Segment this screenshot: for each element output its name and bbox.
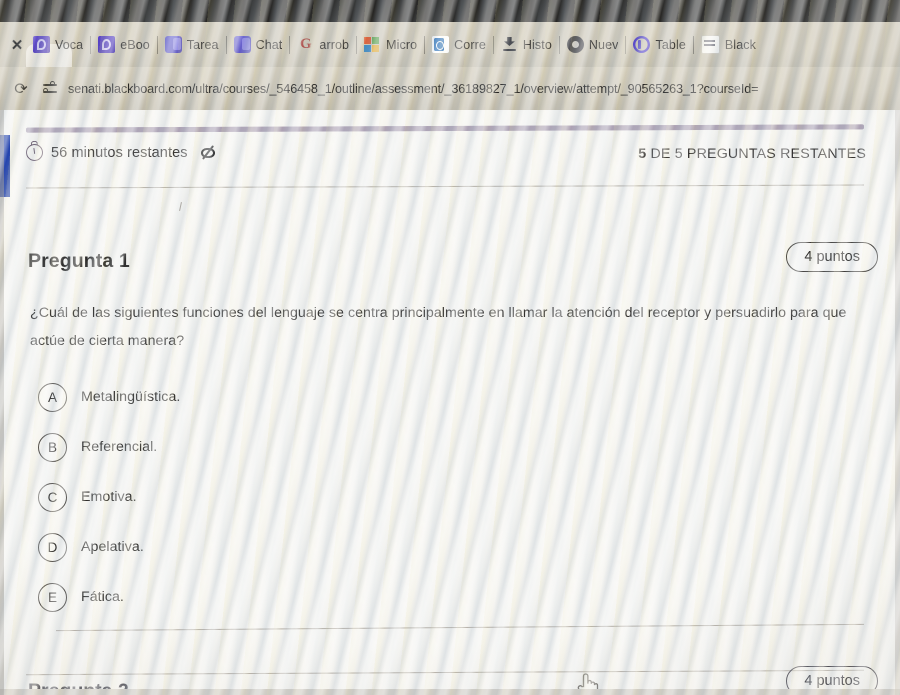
stopwatch-icon — [24, 142, 45, 163]
tab-separator — [289, 35, 291, 54]
teams-icon — [233, 36, 251, 53]
answer-option-label: Emotiva. — [81, 489, 137, 505]
page-title: Pregunta 1 — [28, 250, 130, 272]
google-icon — [297, 36, 314, 53]
answer-option-c[interactable]: C Emotiva. — [38, 472, 638, 522]
browser-tab-label: Micro — [386, 37, 418, 52]
question-text: ¿Cuál de las siguientes funciones del le… — [30, 305, 847, 349]
screen-left-edge — [0, 110, 4, 695]
answer-option-label: Metalingüística. — [81, 389, 181, 405]
attempt-progress-fill — [25, 124, 865, 133]
blackboard-icon — [98, 36, 116, 53]
browser-tab-arrob[interactable]: arrob — [294, 22, 352, 67]
decorative-tick — [179, 201, 182, 212]
answer-option-letter: D — [38, 532, 67, 562]
answer-option-label: Referencial. — [81, 439, 158, 455]
browser-tab-label: Voca — [55, 37, 84, 52]
browser-tab-label: Nuev — [588, 37, 619, 52]
questions-remaining-label: 5 DE 5 PREGUNTAS RESTANTES — [638, 146, 866, 162]
close-icon[interactable]: ✕ — [4, 22, 30, 67]
browser-tab-black[interactable]: Black — [698, 22, 759, 67]
browser-tab-label: Corre — [454, 37, 486, 52]
browser-tab-bar[interactable]: ✕ Voca eBoo Tarea Chat arrob Micro Corre Histo N… — [0, 22, 900, 89]
browser-tab-label: Chat — [255, 37, 283, 52]
tableau-icon — [633, 36, 650, 53]
outlook-icon — [432, 36, 450, 53]
browser-address-bar[interactable]: ⟳ senati.blackboard.com/ultra/courses/_5… — [0, 67, 900, 110]
answer-option-b[interactable]: B Referencial. — [38, 422, 638, 472]
answer-option-letter: E — [38, 582, 67, 612]
browser-tab-corre[interactable]: Corre — [429, 22, 489, 67]
hide-timer-icon[interactable] — [200, 145, 217, 160]
status-badge: 4 puntos — [786, 242, 878, 272]
timer-label: 56 minutos restantes — [51, 144, 188, 161]
tab-separator — [356, 35, 358, 54]
screen-bottom-edge — [0, 689, 900, 695]
attempt-progress-bar — [25, 124, 865, 133]
browser-tab-histo[interactable]: Histo — [498, 22, 555, 67]
blackboard-icon — [33, 36, 50, 53]
download-icon — [501, 36, 518, 53]
answer-option-d[interactable]: D Apelativa. — [38, 522, 638, 572]
browser-tab-label: Black — [724, 37, 756, 52]
browser-tab-table[interactable]: Table — [630, 22, 688, 67]
browser-tab-micro[interactable]: Micro — [361, 22, 420, 67]
tab-separator — [558, 35, 560, 54]
question-divider-lower — [26, 669, 864, 676]
tab-separator — [156, 35, 158, 54]
blackboard-white-icon — [700, 35, 720, 54]
window-corner — [0, 0, 30, 22]
browser-tab-label: Histo — [522, 37, 552, 52]
microsoft-icon — [364, 36, 381, 53]
browser-tab-label: eBoo — [120, 37, 150, 52]
site-permissions-icon[interactable] — [38, 79, 64, 99]
browser-tab-eboo[interactable]: eBoo — [95, 22, 153, 67]
timer-group: 56 minutos restantes — [24, 142, 217, 163]
answer-option-label: Apelativa. — [81, 539, 144, 555]
question-divider-upper — [56, 623, 864, 632]
tab-separator — [692, 35, 694, 54]
reload-icon[interactable]: ⟳ — [4, 79, 38, 98]
assessment-page: 56 minutos restantes 5 DE 5 PREGUNTAS RE… — [0, 110, 900, 695]
browser-tab-label: arrob — [319, 37, 350, 52]
tab-separator — [90, 35, 92, 54]
answer-option-e[interactable]: E Fática. — [38, 572, 638, 622]
url-text[interactable]: senati.blackboard.com/ultra/courses/_546… — [64, 82, 758, 96]
browser-tab-tarea[interactable]: Tarea — [162, 22, 222, 67]
answer-options-list[interactable]: A Metalingüística. B Referencial. C Emotiva. D… — [38, 372, 638, 622]
screen-photo: ✕ Voca eBoo Tarea Chat arrob Micro Corre Histo N… — [0, 0, 900, 695]
browser-tab-chat[interactable]: Chat — [231, 22, 286, 67]
teams-icon — [164, 36, 182, 53]
tab-separator — [225, 35, 227, 54]
browser-tab-nuev[interactable]: Nuev — [564, 22, 622, 67]
header-divider — [26, 184, 864, 189]
assessment-header: 56 minutos restantes 5 DE 5 PREGUNTAS RE… — [0, 140, 900, 182]
screen-right-edge — [895, 110, 900, 695]
answer-option-label: Fática. — [81, 589, 124, 605]
questions-remaining-text: DE 5 PREGUNTAS RESTANTES — [646, 146, 866, 162]
chrome-icon — [566, 36, 584, 53]
window-top-strip — [0, 0, 900, 22]
answer-option-letter: B — [38, 432, 67, 462]
answer-option-letter: C — [38, 482, 67, 512]
tab-separator — [424, 35, 426, 54]
browser-tab-label: Tarea — [186, 37, 219, 52]
answer-option-letter: A — [38, 382, 67, 412]
browser-tab-label: Table — [655, 37, 686, 52]
tab-separator — [625, 35, 627, 54]
tab-separator — [492, 35, 494, 54]
browser-tab-voca[interactable]: Voca — [30, 22, 86, 67]
answer-option-a[interactable]: A Metalingüística. — [38, 372, 638, 422]
